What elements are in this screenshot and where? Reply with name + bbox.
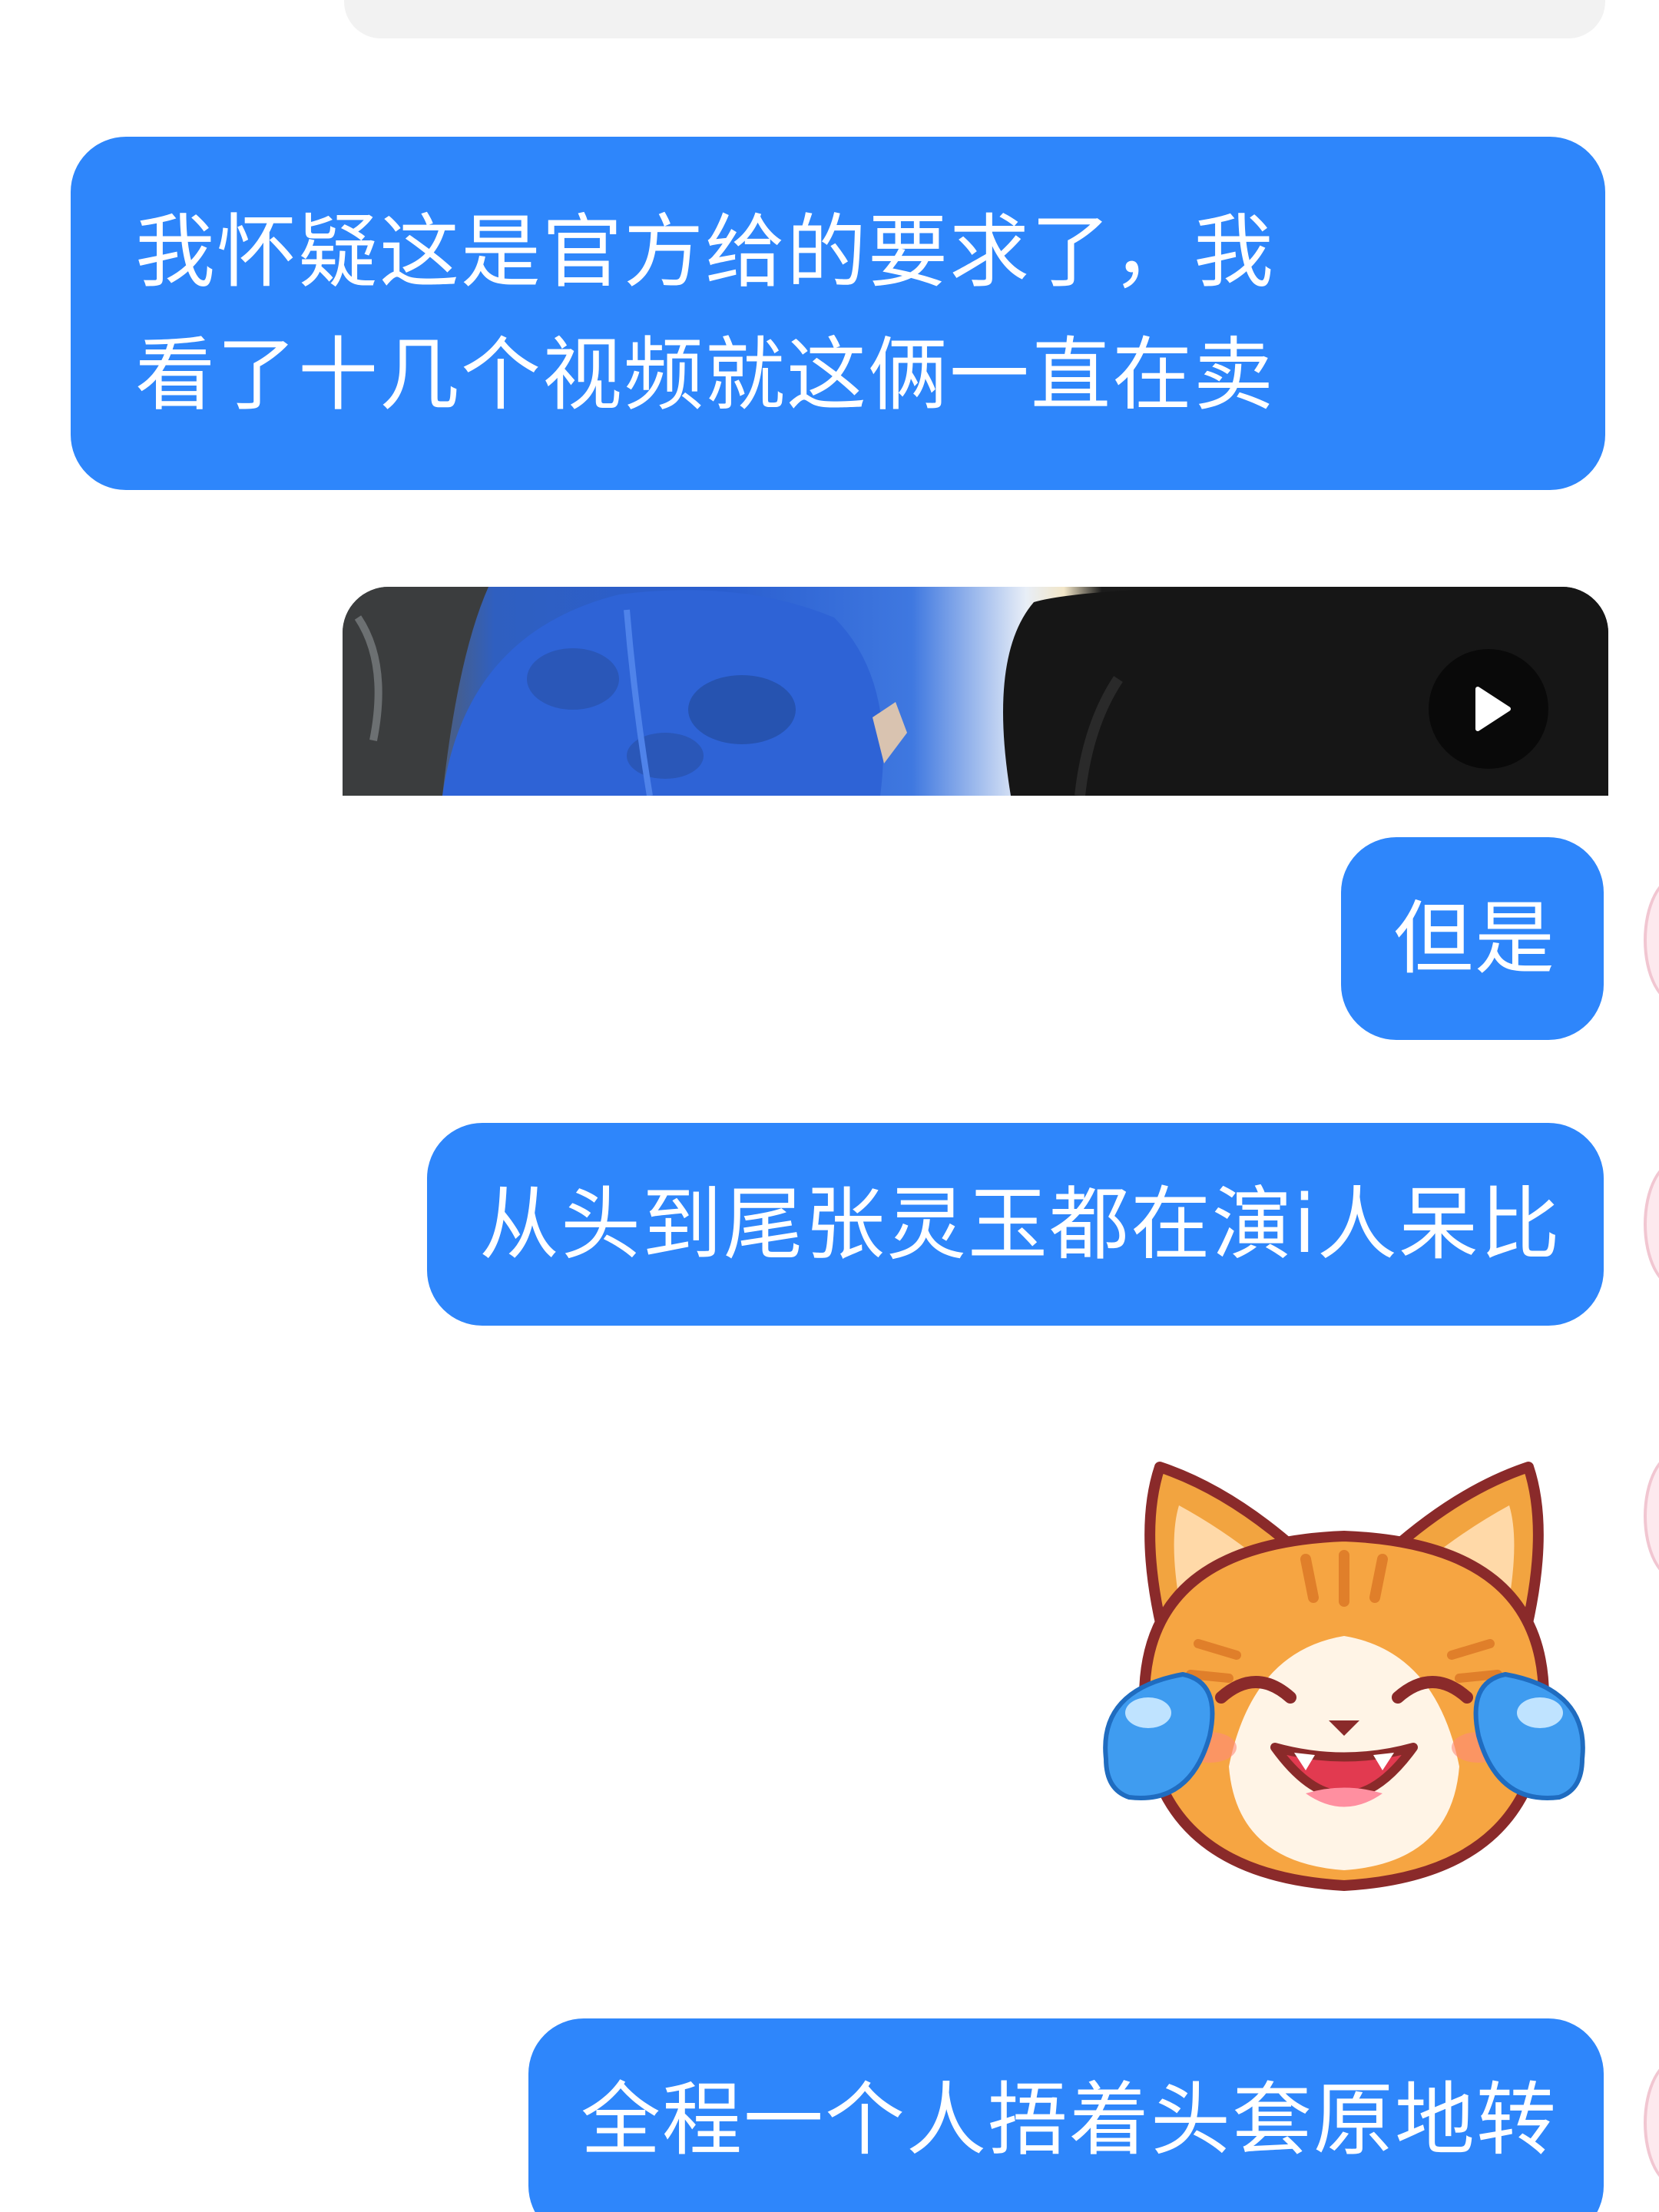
play-icon [1429, 649, 1548, 769]
message-bubble[interactable]: 但是 [1341, 837, 1604, 1040]
avatar[interactable] [1644, 1452, 1659, 1581]
previous-message-bubble[interactable] [344, 0, 1605, 38]
play-button[interactable] [1429, 649, 1548, 769]
message-text: 全程一个人捂着头套原地转 [581, 2073, 1558, 2167]
message-bubble[interactable]: 我怀疑这是官方给的要求了，我 看了十几个视频就这俩一直在卖 [71, 137, 1605, 490]
message-text: 我怀疑这是官方给的要求了，我 [135, 205, 1276, 299]
message-bubble[interactable]: 全程一个人捂着头套原地转 [528, 2018, 1604, 2212]
message-text: 看了十几个视频就这俩一直在卖 [135, 328, 1276, 422]
video-thumbnail[interactable] [343, 587, 1608, 796]
avatar[interactable] [1644, 2058, 1659, 2187]
avatar[interactable] [1644, 1160, 1659, 1289]
avatar[interactable] [1644, 876, 1659, 1005]
chat-conversation: 我怀疑这是官方给的要求了，我 看了十几个视频就这俩一直在卖 但是 从头到尾张灵玉… [0, 0, 1659, 2212]
message-text: 从头到尾张灵玉都在演i人呆比 [479, 1177, 1561, 1271]
laughing-crying-cat-sticker[interactable] [1075, 1444, 1613, 1905]
message-bubble[interactable]: 从头到尾张灵玉都在演i人呆比 [427, 1123, 1604, 1326]
message-text: 但是 [1393, 892, 1557, 985]
